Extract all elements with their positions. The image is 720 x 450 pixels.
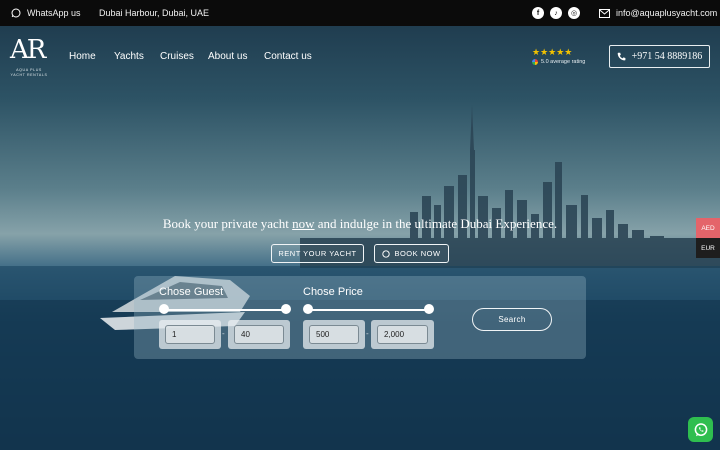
email-label: info@aquaplusyacht.com (616, 8, 718, 18)
nav-item-cruises[interactable]: Cruises (160, 51, 194, 62)
top-info-bar: WhatsApp us Dubai Harbour, Dubai, UAE f … (0, 0, 720, 26)
nav-item-contact-us[interactable]: Contact us (264, 51, 312, 62)
book-button-label: BOOK NOW (394, 249, 441, 258)
guest-range-dash: - (222, 329, 225, 338)
search-button-label: Search (498, 315, 526, 324)
guest-range-slider[interactable] (164, 309, 286, 311)
rating-stars: ★★★★★ (532, 47, 573, 57)
currency-option-aed[interactable]: AED (696, 218, 720, 238)
nav-item-about-us[interactable]: About us (208, 51, 247, 62)
headline-part-2: and indulge in the ultimate Dubai Experi… (314, 216, 558, 231)
guest-filter-label: Chose Guest (159, 286, 224, 298)
location-label: Dubai Harbour, Dubai, UAE (99, 8, 210, 18)
guest-max-input[interactable]: 40 (234, 325, 284, 344)
email-link[interactable]: info@aquaplusyacht.com (599, 0, 717, 26)
phone-label: +971 54 8889186 (631, 51, 703, 62)
headline-part-1: Book your private yacht (162, 216, 293, 231)
guest-max-field-wrap: 40 (228, 320, 290, 349)
whatsapp-icon (694, 422, 707, 436)
instagram-icon[interactable]: ◎ (568, 7, 580, 19)
logo-tagline-line-2: YACHT RENTALS (10, 73, 48, 77)
rent-button-label: RENT YOUR YACHT (278, 249, 357, 258)
hero-headline: Book your private yacht now and indulge … (0, 216, 720, 232)
currency-option-eur[interactable]: EUR (696, 238, 720, 258)
tiktok-icon[interactable]: ♪ (550, 7, 562, 19)
facebook-icon[interactable]: f (532, 7, 544, 19)
search-button[interactable]: Search (472, 308, 552, 331)
whatsapp-icon (382, 249, 391, 258)
price-range-slider[interactable] (308, 309, 429, 311)
price-max-field-wrap: 2,000 (371, 320, 434, 349)
social-links: f ♪ ◎ (532, 0, 580, 26)
price-min-input[interactable]: 500 (309, 325, 359, 344)
price-range-dash: - (366, 329, 369, 338)
location-text: Dubai Harbour, Dubai, UAE (99, 0, 209, 26)
phone-button[interactable]: +971 54 8889186 (609, 45, 710, 68)
rent-your-yacht-button[interactable]: RENT YOUR YACHT (271, 244, 364, 263)
mail-icon (599, 8, 610, 18)
google-rating-badge: ★★★★★ 5.0 average rating (532, 48, 585, 65)
whatsapp-link[interactable]: WhatsApp us (11, 0, 81, 26)
whatsapp-label: WhatsApp us (27, 8, 81, 18)
whatsapp-float-button[interactable] (688, 417, 713, 442)
guest-min-field-wrap: 1 (159, 320, 221, 349)
site-logo[interactable]: AR AQUA PLUS YACHT RENTALS (10, 36, 48, 80)
guest-max-handle[interactable] (281, 304, 291, 314)
price-min-handle[interactable] (303, 304, 313, 314)
guest-min-handle[interactable] (159, 304, 169, 314)
price-max-handle[interactable] (424, 304, 434, 314)
whatsapp-icon (11, 8, 21, 18)
book-now-button[interactable]: BOOK NOW (374, 244, 449, 263)
phone-icon (617, 52, 626, 61)
price-max-input[interactable]: 2,000 (377, 325, 428, 344)
logo-mark: AR (10, 35, 46, 65)
guest-min-input[interactable]: 1 (165, 325, 215, 344)
logo-tagline: AQUA PLUS YACHT RENTALS (10, 68, 48, 78)
rating-label: 5.0 average rating (541, 59, 586, 65)
price-filter-label: Chose Price (303, 286, 363, 298)
rating-text-row: 5.0 average rating (532, 59, 585, 65)
google-icon (532, 59, 538, 65)
price-min-field-wrap: 500 (303, 320, 365, 349)
nav-item-yachts[interactable]: Yachts (114, 51, 144, 62)
nav-item-home[interactable]: Home (69, 51, 96, 62)
headline-emphasis: now (292, 216, 315, 231)
